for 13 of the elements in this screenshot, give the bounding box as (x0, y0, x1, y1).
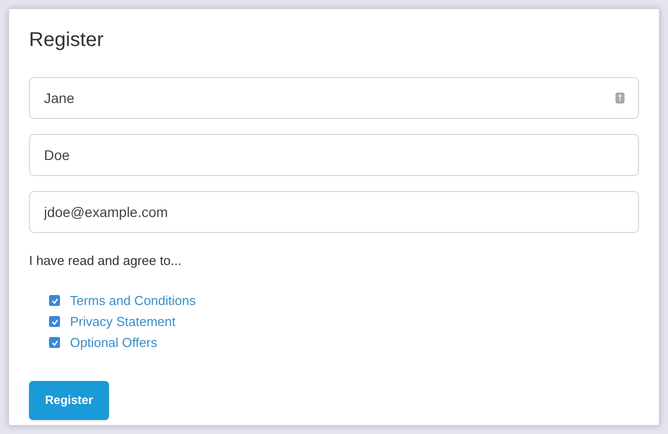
option-label[interactable]: Optional Offers (70, 332, 158, 352)
checkbox[interactable] (49, 337, 60, 348)
register-button[interactable]: Register (29, 380, 109, 420)
option-label[interactable]: Privacy Statement (70, 312, 176, 332)
text-field[interactable]: jdoe@example.com (29, 191, 639, 233)
autofill-icon[interactable] (615, 92, 625, 104)
option-label[interactable]: Terms and Conditions (70, 290, 196, 310)
agreement-text: I have read and agree to... (29, 252, 182, 270)
text-field[interactable]: Doe (29, 134, 639, 176)
text-field[interactable]: Jane (29, 77, 639, 119)
checkbox[interactable] (49, 295, 60, 306)
form-title: Register (29, 28, 104, 53)
checkbox[interactable] (49, 316, 60, 327)
